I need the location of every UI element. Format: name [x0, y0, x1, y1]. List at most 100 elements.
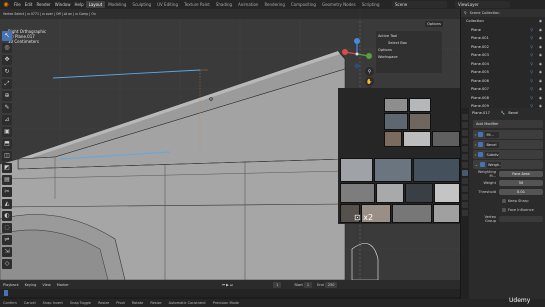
- weighting-mode-select[interactable]: Face Area: [499, 171, 543, 177]
- jump-start-icon[interactable]: ⏮: [222, 283, 225, 287]
- knife-tool-icon[interactable]: ✂: [2, 187, 12, 197]
- eye-icon[interactable]: ◉: [539, 60, 542, 69]
- outliner-row[interactable]: Plane.007 ▽ ◉: [461, 85, 545, 94]
- extrude-tool-icon[interactable]: ⬒: [2, 139, 12, 149]
- pan-hand-icon[interactable]: ✋: [365, 77, 374, 86]
- face-influence-row[interactable]: Face Influence: [473, 206, 543, 214]
- timeline-menu-playback[interactable]: Playback: [0, 283, 22, 287]
- move-tool-icon[interactable]: ✥: [2, 55, 12, 65]
- tab-modeling[interactable]: Modeling: [105, 1, 129, 8]
- menu-render[interactable]: Render: [34, 2, 52, 7]
- navigation-gizmo[interactable]: [340, 37, 374, 71]
- menu-help[interactable]: Help: [72, 2, 85, 7]
- measure-tool-icon[interactable]: ⊿: [2, 115, 12, 125]
- eye-icon[interactable]: ◉: [539, 94, 542, 103]
- tab-shading[interactable]: Shading: [213, 1, 235, 8]
- timeline-menu-keying[interactable]: Keying: [22, 283, 40, 287]
- options-dropdown[interactable]: Options: [425, 21, 443, 27]
- render-tab-icon[interactable]: [462, 122, 468, 128]
- tab-compositing[interactable]: Compositing: [288, 1, 319, 8]
- outliner-row[interactable]: Plane.003 ▽ ◉: [461, 51, 545, 60]
- physics-tab-icon[interactable]: [462, 186, 468, 192]
- outliner-row[interactable]: Plane.004 ▽ ◉: [461, 60, 545, 69]
- inset-tool-icon[interactable]: ◫: [2, 151, 12, 161]
- outliner-row[interactable]: Plane.001 ▽ ◉: [461, 34, 545, 43]
- select-box-item[interactable]: Select Box: [378, 40, 440, 47]
- shrink-tool-icon[interactable]: ⇲: [2, 247, 12, 257]
- zoom-icon[interactable]: ⚲: [365, 67, 374, 76]
- jump-end-icon[interactable]: ⏭: [230, 283, 233, 287]
- transform-tool-icon[interactable]: ⊕: [2, 91, 12, 101]
- bevel-tool-icon[interactable]: ◩: [2, 163, 12, 173]
- outliner-row-collection[interactable]: Collection ◉: [461, 17, 545, 26]
- timeline-menu-marker[interactable]: Marker: [54, 283, 72, 287]
- current-frame-field[interactable]: 1: [273, 281, 282, 288]
- loop-cut-tool-icon[interactable]: ▤: [2, 175, 12, 185]
- view-layer-selector[interactable]: ViewLayer: [455, 1, 510, 8]
- timeline-ruler[interactable]: [0, 289, 460, 297]
- playhead[interactable]: [4, 290, 8, 296]
- eye-icon[interactable]: ◉: [539, 68, 542, 77]
- particles-tab-icon[interactable]: [462, 178, 468, 184]
- timeline-menu-view[interactable]: View: [39, 283, 53, 287]
- tool-tab-icon[interactable]: [462, 114, 468, 120]
- blender-logo-icon[interactable]: ◉: [2, 1, 10, 9]
- eye-icon[interactable]: ◉: [539, 51, 542, 60]
- eye-icon[interactable]: ◉: [539, 26, 542, 35]
- vertex-group-field[interactable]: [499, 216, 543, 222]
- smooth-tool-icon[interactable]: ◌: [2, 223, 12, 233]
- modifier-subdivision[interactable]: ›Subdiv...: [473, 150, 543, 159]
- scene-tab-icon[interactable]: [462, 146, 468, 152]
- scale-tool-icon[interactable]: ⤢: [2, 79, 12, 89]
- view-layer-tab-icon[interactable]: [462, 138, 468, 144]
- add-cube-tool-icon[interactable]: ▣: [2, 127, 12, 137]
- outliner-row[interactable]: Plane.005 ▽ ◉: [461, 68, 545, 77]
- modifier-bevel[interactable]: › Bevel: [473, 140, 543, 149]
- outliner-row[interactable]: Plane ▽ ◉: [461, 26, 545, 35]
- outliner-row[interactable]: Plane.006 ▽ ◉: [461, 77, 545, 86]
- outliner-row[interactable]: Plane.008 ▽ ◉: [461, 94, 545, 103]
- poly-build-tool-icon[interactable]: ◭: [2, 199, 12, 209]
- tab-rendering[interactable]: Rendering: [261, 1, 287, 8]
- cursor-tool-icon[interactable]: ◎: [2, 43, 12, 53]
- select-box-tool-icon[interactable]: ↖: [2, 31, 12, 41]
- annotate-tool-icon[interactable]: ✎: [2, 103, 12, 113]
- constraints-tab-icon[interactable]: [462, 194, 468, 200]
- eye-icon[interactable]: ◉: [539, 85, 542, 94]
- eye-icon[interactable]: ◉: [539, 43, 542, 52]
- eye-icon[interactable]: ◉: [539, 17, 542, 26]
- face-influence-checkbox[interactable]: [502, 208, 506, 212]
- eye-icon[interactable]: ◉: [539, 77, 542, 86]
- outliner-row[interactable]: Plane.002 ▽ ◉: [461, 43, 545, 52]
- modifier-weighted-normal[interactable]: ⌄Weigh...: [473, 160, 543, 169]
- edge-slide-tool-icon[interactable]: ⇌: [2, 235, 12, 245]
- tab-geometry-nodes[interactable]: Geometry Nodes: [319, 1, 359, 8]
- menu-edit[interactable]: Edit: [23, 2, 35, 7]
- tab-animation[interactable]: Animation: [235, 1, 261, 8]
- data-tab-icon[interactable]: [462, 202, 468, 208]
- weight-field[interactable]: 50: [499, 180, 543, 186]
- eye-icon[interactable]: ◉: [539, 34, 542, 43]
- active-tool-title[interactable]: Active Tool: [378, 33, 440, 40]
- 3d-viewport[interactable]: Vertex Select | ⊡ 0771 | ⊡ over | Off | …: [0, 9, 460, 280]
- active-tool-workspace[interactable]: Workspace: [378, 54, 440, 61]
- modifier-mirror[interactable]: › Mi...: [473, 130, 543, 139]
- keep-sharp-row[interactable]: Keep Sharp: [473, 197, 543, 205]
- world-tab-icon[interactable]: [462, 154, 468, 160]
- add-modifier-button[interactable]: Add Modifier: [473, 120, 543, 128]
- tab-sculpting[interactable]: Sculpting: [129, 1, 154, 8]
- play-icon[interactable]: ▶: [226, 283, 229, 287]
- tab-uv-editing[interactable]: UV Editing: [154, 1, 181, 8]
- rip-tool-icon[interactable]: ◇: [2, 259, 12, 269]
- modifier-tab-icon[interactable]: [462, 170, 468, 176]
- active-tool-options[interactable]: Options: [378, 47, 440, 54]
- start-frame-field[interactable]: 1: [303, 281, 313, 288]
- output-tab-icon[interactable]: [462, 130, 468, 136]
- rotate-tool-icon[interactable]: ↻: [2, 67, 12, 77]
- spin-tool-icon[interactable]: ◐: [2, 211, 12, 221]
- tab-layout[interactable]: Layout: [85, 1, 106, 8]
- end-frame-field[interactable]: 250: [324, 281, 338, 288]
- scene-selector[interactable]: Scene: [392, 1, 447, 8]
- filter-icon[interactable]: ⚲: [464, 11, 467, 15]
- keep-sharp-checkbox[interactable]: [502, 199, 506, 203]
